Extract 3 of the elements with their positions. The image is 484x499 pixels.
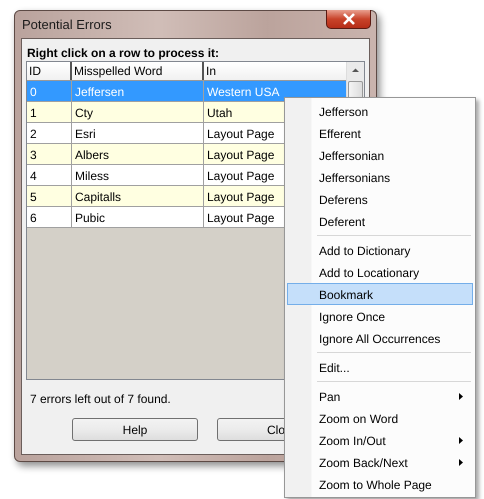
instruction-text: Right click on a row to process it: (26, 46, 220, 61)
window-title: Potential Errors (22, 17, 112, 32)
status-text: 7 errors left out of 7 found. (30, 392, 171, 406)
